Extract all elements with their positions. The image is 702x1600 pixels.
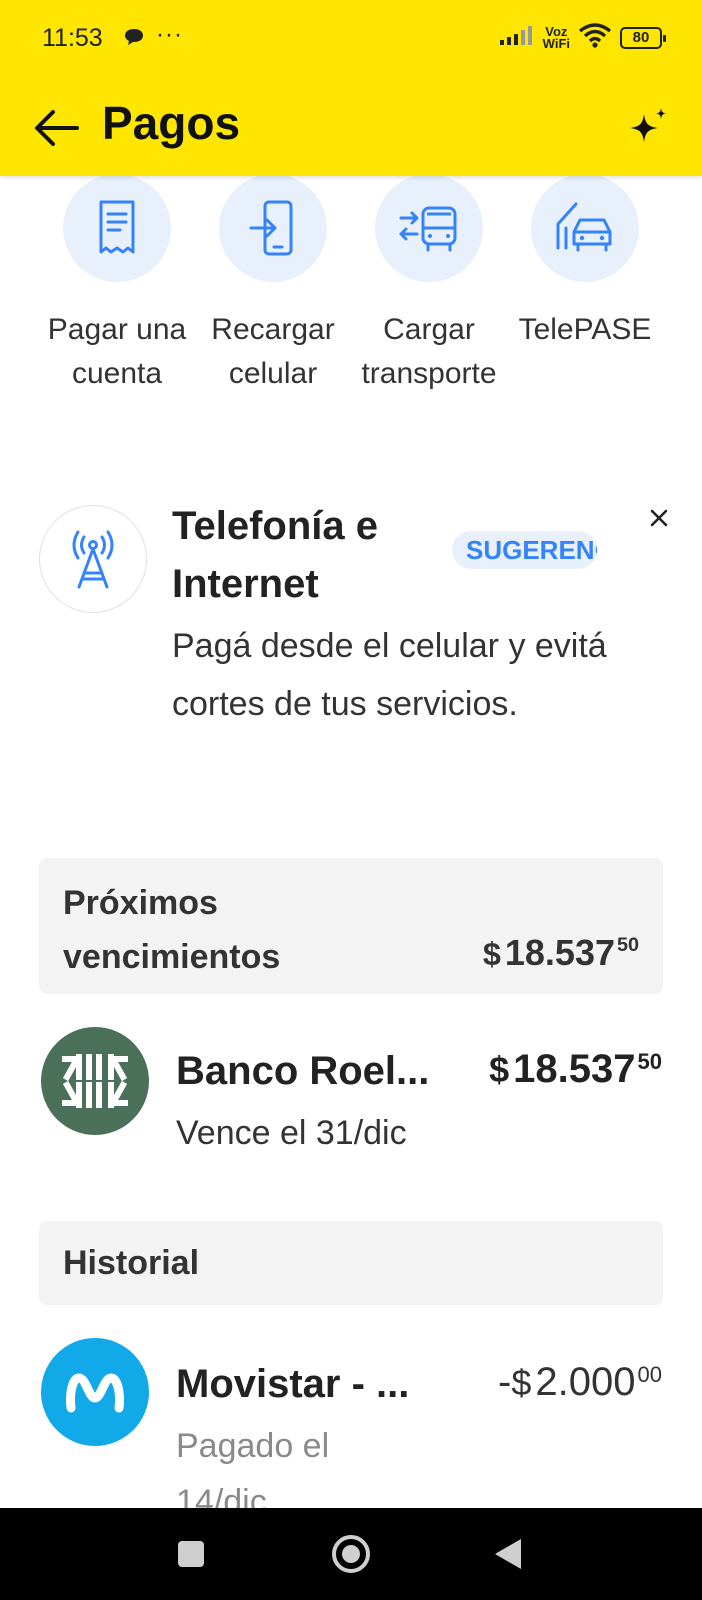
movistar-logo — [41, 1338, 149, 1446]
voz-wifi-label: Voz WiFi — [542, 23, 570, 51]
triangle-back-icon — [495, 1539, 521, 1569]
page-title: Pagos — [102, 97, 241, 149]
suggestion-icon-circle — [39, 505, 147, 613]
system-nav-bar — [0, 1508, 702, 1600]
biller-name: Movistar - ... — [176, 1362, 410, 1406]
shortcut-telepase[interactable]: TelePASE — [510, 176, 660, 352]
recents-button[interactable] — [161, 1530, 221, 1578]
shortcut-icon-circle — [219, 176, 327, 282]
history-header: Historial — [39, 1221, 663, 1305]
battery-icon: 80 — [620, 26, 666, 49]
payment-amount: -$ 2.00000 — [498, 1360, 662, 1404]
status-time: 11:53 — [42, 24, 103, 52]
status-more-dots: ··· — [156, 21, 183, 48]
phone-recharge-icon — [249, 200, 293, 256]
antenna-icon — [72, 530, 114, 589]
history-title: Historial — [63, 1244, 200, 1282]
signal-icon — [499, 24, 535, 51]
status-right-icons: Voz WiFi 80 — [499, 22, 666, 53]
status-bar: 11:53 ··· Voz WiFi 80 — [0, 0, 702, 78]
shortcut-label: Pagar una cuenta — [47, 313, 187, 390]
app-header: Pagos — [0, 78, 702, 176]
bus-icon — [399, 206, 457, 252]
upcoming-bill-item[interactable]: Banco Roel... Vence el 31/dic $18.53750 — [0, 1027, 702, 1177]
shortcut-label: TelePASE — [518, 313, 652, 346]
suggestion-description: Pagá desde el celular y evitá cortes de … — [172, 627, 607, 723]
upcoming-due-total: $18.537 50 — [482, 932, 639, 973]
car-toll-icon — [556, 202, 612, 252]
arrow-left-icon — [35, 110, 79, 146]
shortcut-recharge-phone[interactable]: Recargar celular — [198, 176, 348, 396]
shortcut-label: Cargar transporte — [361, 313, 497, 390]
close-suggestion-button[interactable] — [640, 499, 678, 537]
wifi-icon — [578, 22, 612, 53]
suggestion-title: Telefonía e Internet — [172, 504, 378, 606]
sparkle-icon — [630, 108, 666, 142]
back-button[interactable] — [28, 100, 84, 156]
shortcut-label: Recargar celular — [211, 313, 335, 390]
close-icon — [650, 509, 668, 527]
shortcut-icon-circle — [531, 176, 639, 282]
upcoming-due-header: Próximos vencimientos $18.537 50 — [39, 858, 663, 994]
assistant-button[interactable] — [620, 100, 676, 156]
chat-bubble-icon — [123, 27, 145, 52]
bill-amount: $18.53750 — [489, 1047, 662, 1091]
back-nav-button[interactable] — [478, 1530, 538, 1578]
upcoming-due-title: Próximos vencimientos — [63, 884, 281, 976]
shortcut-pay-bill[interactable]: Pagar una cuenta — [42, 176, 192, 396]
shortcut-icon-circle — [375, 176, 483, 282]
banco-roela-logo — [41, 1027, 149, 1135]
circle-icon — [332, 1535, 370, 1573]
biller-name: Banco Roel... — [176, 1049, 430, 1093]
shortcut-load-transport[interactable]: Cargar transporte — [354, 176, 504, 396]
home-button[interactable] — [321, 1530, 381, 1578]
history-item[interactable]: Movistar - ... Pagado el 14/dic -$ 2.0000… — [0, 1338, 702, 1521]
suggestion-badge: SUGERENCIA — [452, 531, 597, 569]
payment-shortcuts: Pagar una cuenta Recargar celular Cargar… — [0, 176, 702, 456]
shortcut-icon-circle — [63, 176, 171, 282]
square-icon — [178, 1541, 204, 1567]
due-date: Vence el 31/dic — [176, 1114, 407, 1152]
suggestion-card[interactable]: Telefonía e Internet SUGERENCIA Pagá des… — [0, 495, 702, 795]
receipt-icon — [99, 200, 135, 254]
